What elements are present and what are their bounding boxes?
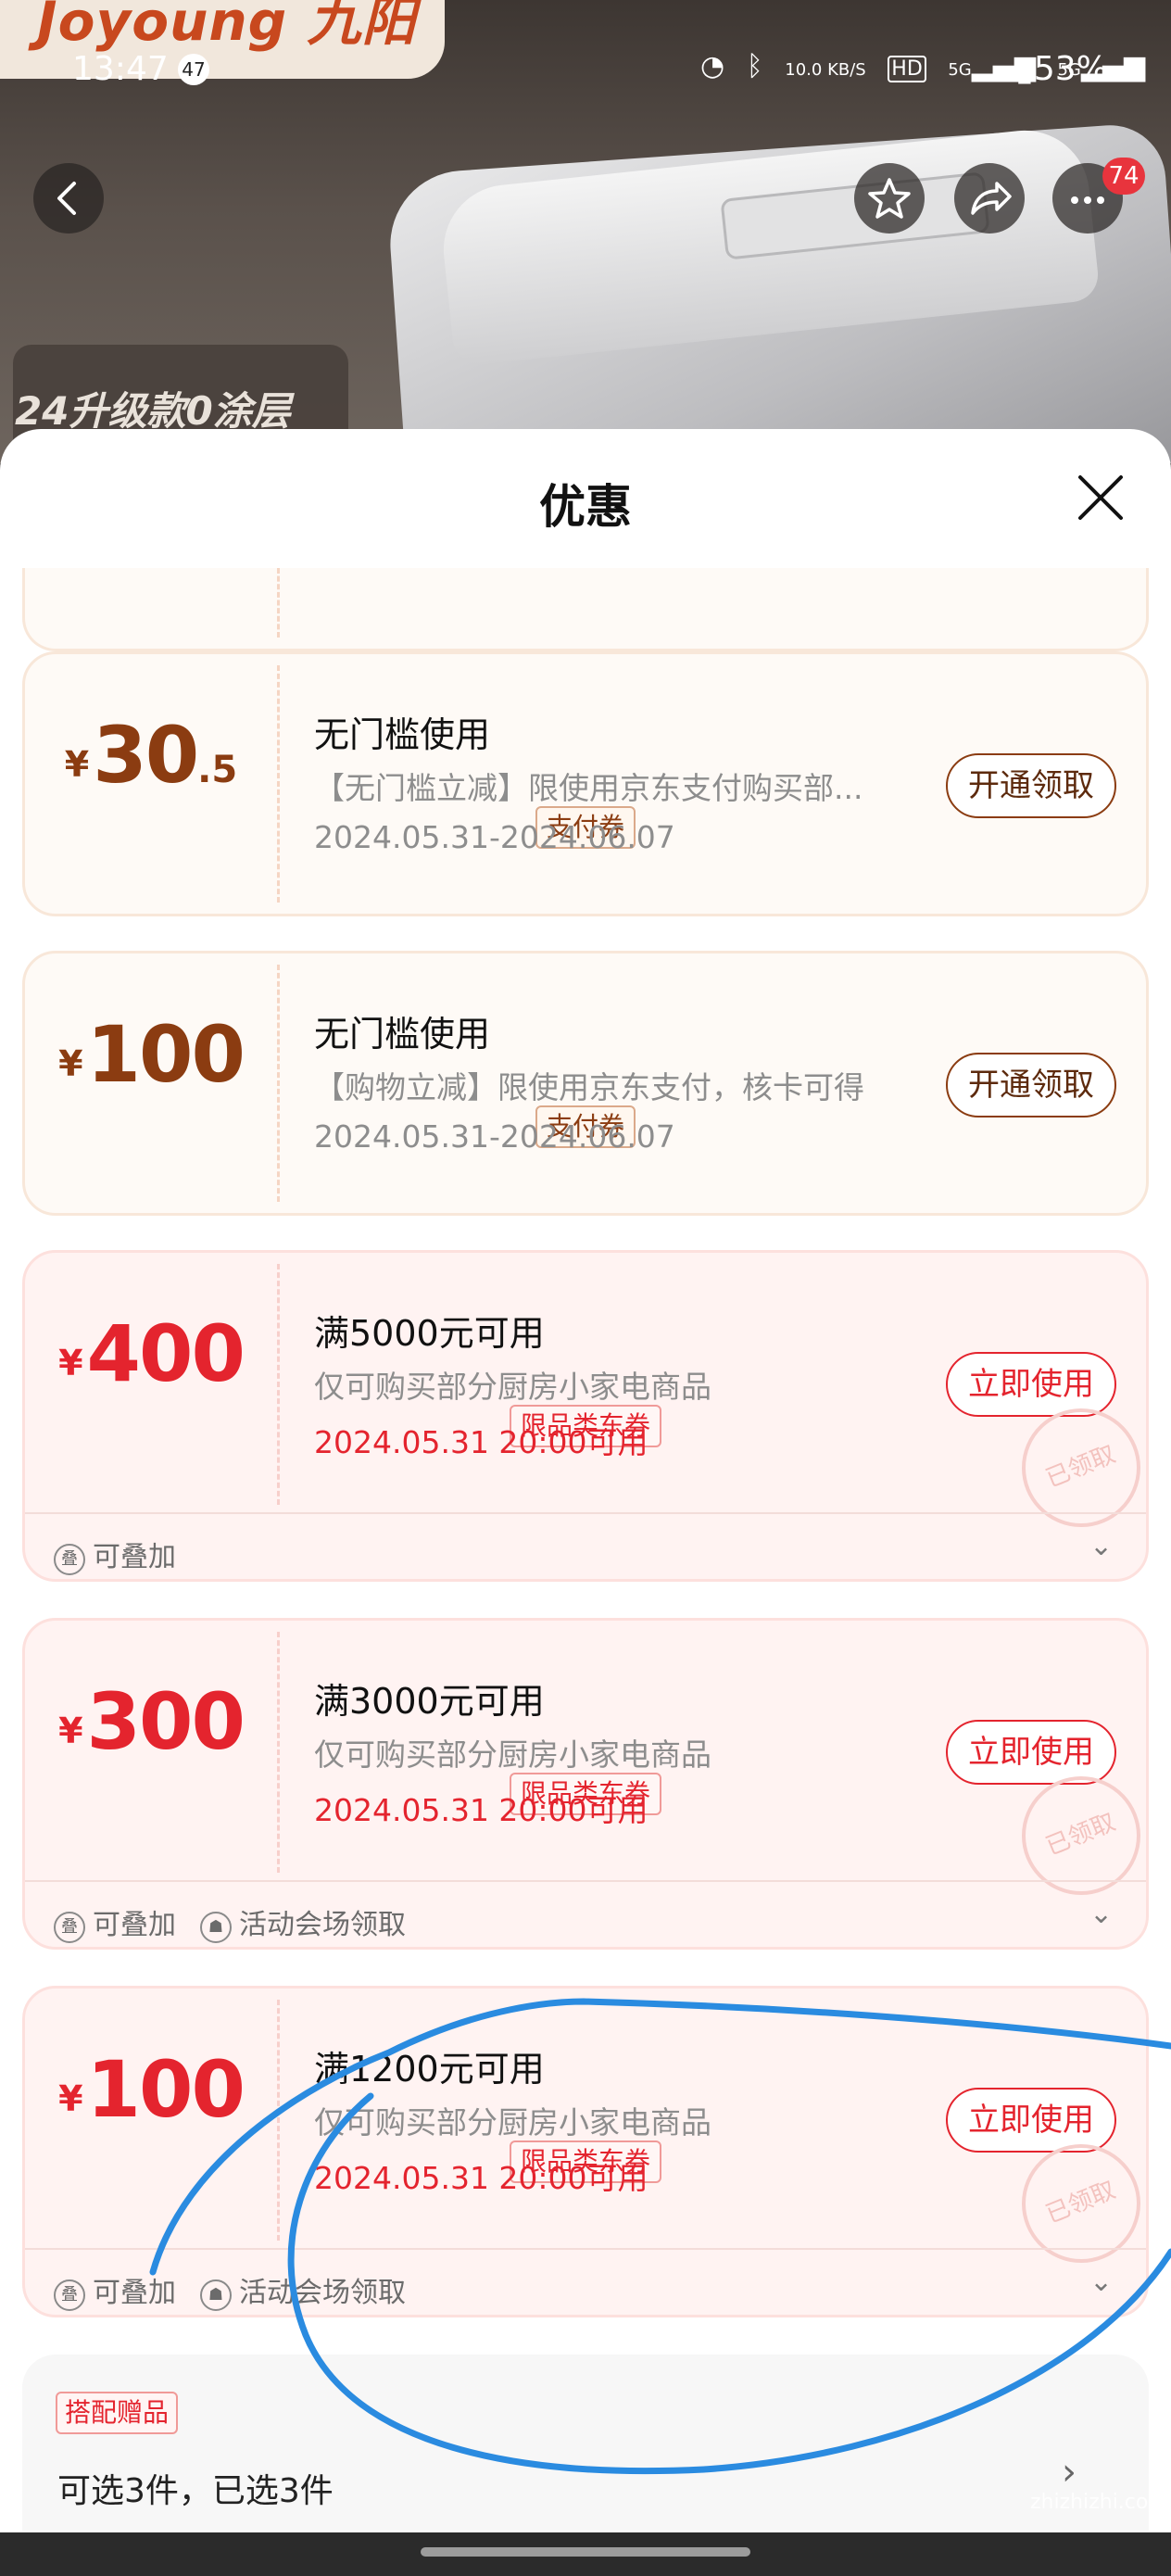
card-divider [277, 2000, 280, 2241]
stackable-label: 可叠加 [93, 1909, 176, 1941]
promo-label-text: 24升级款0涂层 [15, 388, 291, 434]
coupon-card: ¥100 限品类东券 满1200元可用 仅可购买部分厨房小家电商品 2024.0… [22, 1986, 1159, 2317]
stackable-icon: 叠 [54, 1544, 85, 1575]
message-count-badge: 74 [1102, 158, 1145, 195]
coupon-amount: ¥30.5 [64, 710, 238, 801]
card-footer-divider [25, 2248, 1146, 2250]
coupon-amount: ¥400 [58, 1308, 246, 1399]
coupon-date: 2024.05.31-2024.06.07 [314, 819, 675, 855]
coupon-desc: 仅可购买部分厨房小家电商品 [314, 1736, 711, 1773]
coupon-date: 2024.05.31 20:00可用 [314, 2160, 648, 2196]
coupon-card-partial [22, 568, 1149, 651]
coupon-title: 满3000元可用 [314, 1681, 545, 1722]
gift-tag: 搭配赠品 [56, 2392, 179, 2434]
card-divider [277, 965, 280, 1202]
back-button[interactable] [33, 163, 104, 234]
card-divider [277, 1632, 280, 1873]
close-icon[interactable] [1071, 468, 1130, 527]
stackable-label: 可叠加 [93, 2277, 176, 2309]
coupon-card: ¥30.5 支付券 无门槛使用 【无门槛立减】限使用京东支付购买部... 202… [22, 651, 1149, 916]
coupon-card: ¥300 限品类东券 满3000元可用 仅可购买部分厨房小家电商品 2024.0… [22, 1618, 1159, 1950]
stackable-icon: 叠 [54, 2279, 85, 2311]
hd-icon: HD [888, 56, 926, 82]
stackable-icon: 叠 [54, 1912, 85, 1943]
use-now-button[interactable]: 立即使用 [946, 1352, 1116, 1417]
notification-badge: 47 [178, 54, 209, 85]
watermark: zhizhizhi.com [1030, 2491, 1168, 2514]
star-icon [868, 178, 911, 219]
coupon-sheet: 优惠 ¥30.5 支付券 无门槛使用 【无门槛立减】限使用京东支付购买部... … [0, 429, 1171, 2532]
status-time: 13:47 [72, 50, 169, 88]
coupon-desc: 仅可购买部分厨房小家电商品 [314, 1369, 711, 1405]
system-nav-bar [0, 2532, 1171, 2576]
coupon-title: 满1200元可用 [314, 2049, 545, 2090]
speedometer-icon: ◔ [700, 50, 725, 82]
stackable-label: 可叠加 [93, 1541, 176, 1573]
use-now-button[interactable]: 立即使用 [946, 1720, 1116, 1785]
battery-indicator: ▮53% [1015, 50, 1108, 88]
card-footer-divider [25, 1512, 1146, 1514]
coupon-title: 无门槛使用 [314, 1014, 491, 1054]
activate-claim-button[interactable]: 开通领取 [946, 1053, 1116, 1118]
coupon-date: 2024.05.31 20:00可用 [314, 1424, 648, 1460]
activate-claim-button[interactable]: 开通领取 [946, 753, 1116, 818]
coupon-footer: 叠可叠加 [54, 1534, 176, 1575]
coupon-card: ¥100 支付券 无门槛使用 【购物立减】限使用京东支付，核卡可得 2024.0… [22, 951, 1149, 1216]
card-divider [277, 665, 280, 903]
use-now-button[interactable]: 立即使用 [946, 2088, 1116, 2153]
venue-icon: ☗ [200, 1912, 232, 1943]
coupon-desc: 仅可购买部分厨房小家电商品 [314, 2104, 711, 2140]
card-divider [277, 568, 280, 638]
battery-percent: 53% [1033, 50, 1108, 88]
coupon-amount: ¥300 [58, 1676, 246, 1767]
chevron-down-icon[interactable]: ⌄ [1089, 1898, 1113, 1930]
bluetooth-icon: ᛒ [746, 50, 763, 82]
venue-claim-label: 活动会场领取 [239, 2277, 406, 2309]
card-divider [277, 1264, 280, 1505]
coupon-date: 2024.05.31 20:00可用 [314, 1792, 648, 1828]
gift-selection-text: 可选3件，已选3件 [57, 2472, 334, 2510]
chevron-left-icon [57, 182, 76, 215]
coupon-title: 无门槛使用 [314, 714, 491, 755]
coupon-footer: 叠可叠加 ☗ 活动会场领取 [54, 1901, 406, 1943]
coupon-title: 满5000元可用 [314, 1313, 545, 1354]
share-button[interactable] [954, 163, 1025, 234]
status-bar: 13:47 47 ◔ ᛒ 10.0 KB/S HD 5G▂▄▆ 5G▂▄▆ ▮5… [0, 46, 1171, 102]
share-icon [971, 182, 1012, 215]
coupon-card: ¥400 限品类东券 满5000元可用 仅可购买部分厨房小家电商品 2024.0… [22, 1250, 1159, 1582]
gift-section[interactable]: 搭配赠品 可选3件，已选3件 › [22, 2355, 1149, 2531]
coupon-footer: 叠可叠加 ☗ 活动会场领取 [54, 2269, 406, 2311]
chevron-down-icon[interactable]: ⌄ [1089, 2266, 1113, 2298]
sheet-title: 优惠 [539, 480, 632, 534]
coupon-amount: ¥100 [58, 1009, 246, 1100]
coupon-amount: ¥100 [58, 2044, 246, 2135]
venue-icon: ☗ [200, 2279, 232, 2311]
home-indicator[interactable] [421, 2547, 750, 2557]
coupon-desc: 【无门槛立减】限使用京东支付购买部... [314, 770, 863, 806]
net-speed: 10.0 KB/S [785, 60, 866, 80]
favorite-button[interactable] [854, 163, 925, 234]
coupon-desc: 【购物立减】限使用京东支付，核卡可得 [314, 1069, 864, 1105]
chevron-right-icon[interactable]: › [1062, 2451, 1077, 2494]
coupon-date: 2024.05.31-2024.06.07 [314, 1118, 675, 1155]
chevron-down-icon[interactable]: ⌄ [1089, 1530, 1113, 1562]
venue-claim-label: 活动会场领取 [239, 1909, 406, 1941]
card-footer-divider [25, 1880, 1146, 1882]
